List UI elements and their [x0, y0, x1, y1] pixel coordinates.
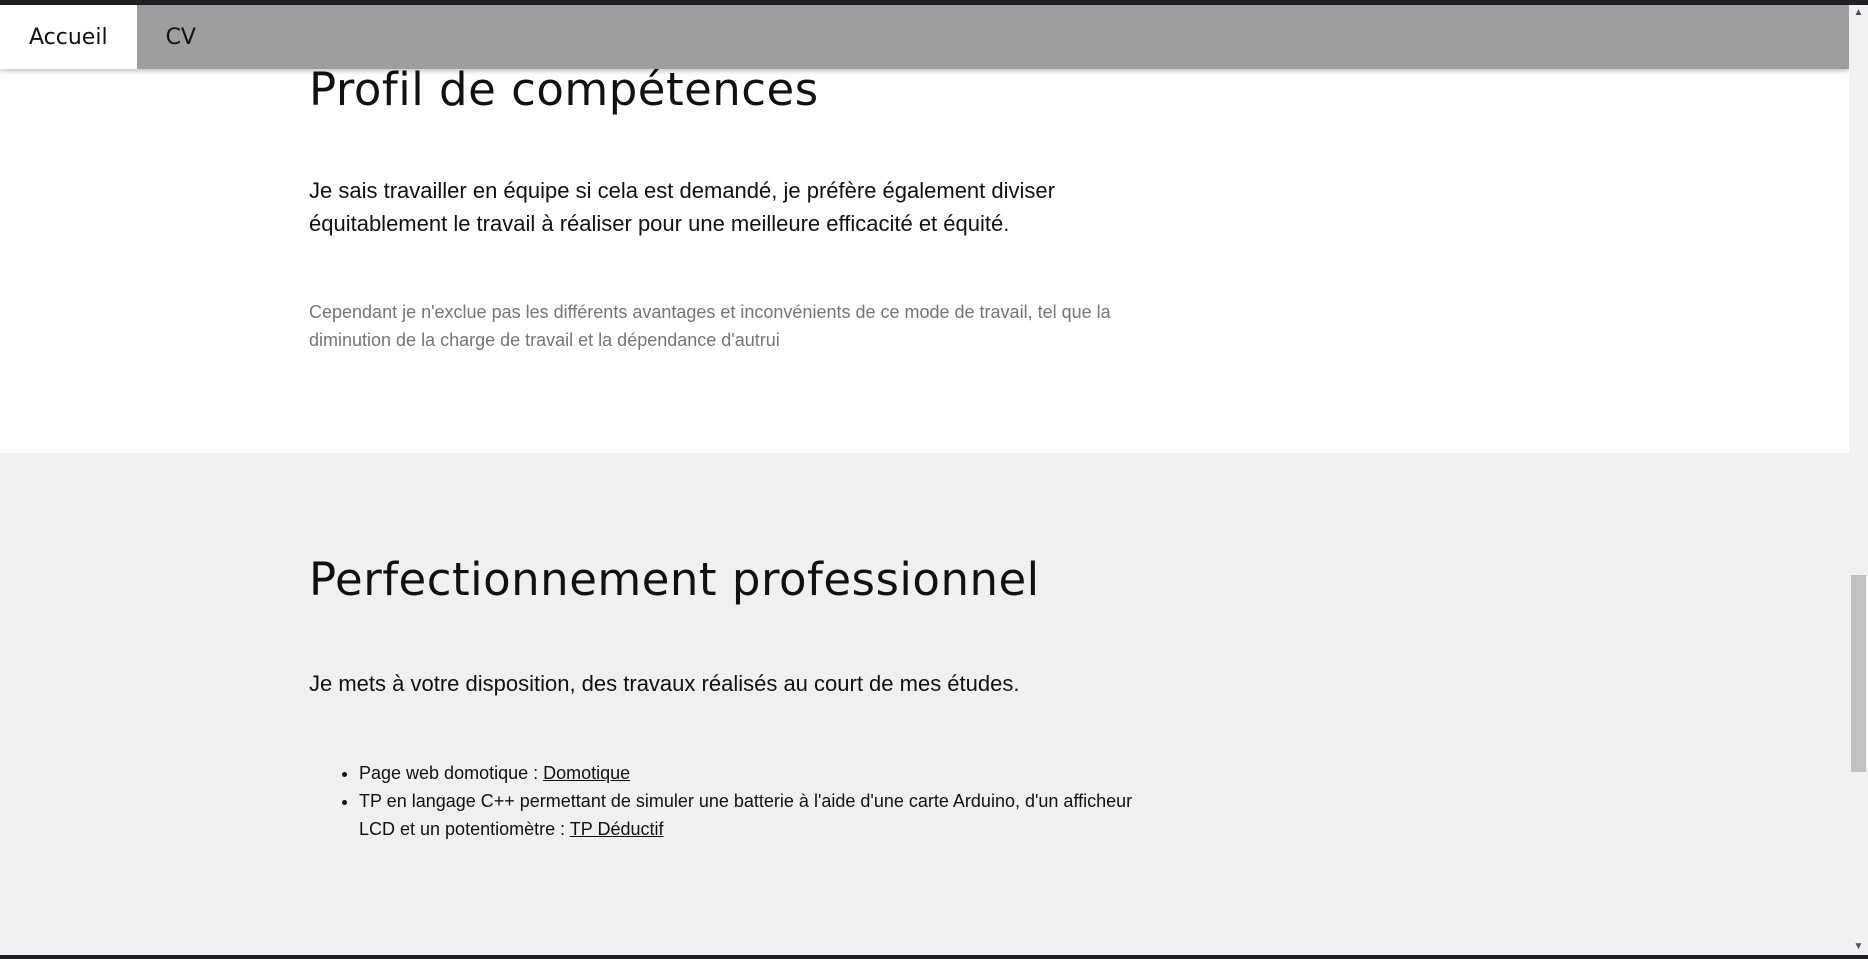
nav-item-cv[interactable]: CV — [137, 5, 225, 69]
domotique-link[interactable]: Domotique — [543, 763, 630, 783]
triangle-down-icon[interactable]: ▼ — [1849, 939, 1868, 955]
pro-section: Perfectionnement professionnel Je mets à… — [0, 453, 1849, 955]
browser-bottom-edge — [0, 955, 1868, 959]
pro-works-wrap: Page web domotique : Domotique TP en lan… — [309, 759, 1139, 843]
triangle-up-icon[interactable]: ▲ — [1849, 5, 1868, 21]
pro-title-wrap: Perfectionnement professionnel — [309, 553, 1209, 606]
vertical-scrollbar[interactable]: ▲ ▼ — [1849, 5, 1868, 955]
work-item-text: Page web domotique : — [359, 763, 544, 783]
skills-title: Profil de compétences — [309, 63, 819, 116]
top-navigation-bar: Accueil CV — [0, 5, 1849, 69]
skills-lead-wrap: Je sais travailler en équipe si cela est… — [309, 174, 1109, 240]
skills-note-wrap: Cependant je n'exclue pas les différents… — [309, 298, 1134, 354]
tp-deductif-link[interactable]: TP Déductif — [570, 819, 664, 839]
list-item: TP en langage C++ permettant de simuler … — [359, 787, 1139, 843]
nav-item-accueil[interactable]: Accueil — [0, 5, 137, 69]
page-viewport: Profil de compétences Je sais travailler… — [0, 5, 1849, 955]
list-item: Page web domotique : Domotique — [359, 759, 1139, 787]
works-list: Page web domotique : Domotique TP en lan… — [309, 759, 1139, 843]
skills-content: Profil de compétences — [309, 63, 1109, 116]
work-item-text: TP en langage C++ permettant de simuler … — [359, 791, 1133, 839]
scrollbar-thumb[interactable] — [1851, 575, 1866, 772]
skills-section: Profil de compétences Je sais travailler… — [0, 5, 1849, 453]
pro-title: Perfectionnement professionnel — [309, 553, 1040, 606]
skills-note-text: Cependant je n'exclue pas les différents… — [309, 302, 1111, 350]
skills-lead-text: Je sais travailler en équipe si cela est… — [309, 178, 1055, 236]
pro-lead-text: Je mets à votre disposition, des travaux… — [309, 671, 1020, 696]
pro-lead-wrap: Je mets à votre disposition, des travaux… — [309, 667, 1109, 700]
